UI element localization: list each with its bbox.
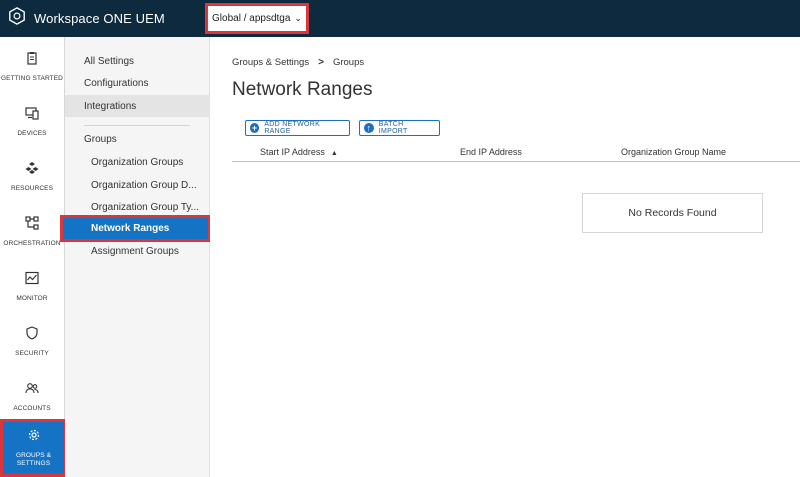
page-title: Network Ranges	[232, 79, 373, 100]
chevron-down-icon: ⌄	[294, 13, 302, 23]
settings-panel: All Settings Configurations Integrations…	[65, 37, 210, 477]
shield-icon	[25, 326, 39, 350]
nav-groups-settings[interactable]: GROUPS & SETTINGS	[0, 419, 67, 477]
nav-getting-started[interactable]: GETTING STARTED	[0, 41, 64, 93]
resources-icon	[25, 161, 39, 185]
nav-label: ORCHESTRATION	[3, 240, 61, 247]
nav-accounts[interactable]: ACCOUNTS	[0, 371, 64, 423]
nav-label: DEVICES	[17, 130, 47, 137]
no-records-message: No Records Found	[582, 193, 763, 233]
settings-item-organization-groups[interactable]: Organization Groups	[65, 151, 210, 173]
nav-orchestration[interactable]: ORCHESTRATION	[0, 206, 64, 258]
breadcrumb: Groups & Settings > Groups	[232, 57, 364, 68]
gear-icon	[27, 428, 41, 452]
workspace-one-logo-icon	[8, 7, 26, 30]
upload-icon: ↑	[364, 123, 374, 133]
monitor-icon	[25, 271, 39, 295]
column-header-start-ip[interactable]: Start IP Address ▲	[260, 147, 338, 157]
breadcrumb-groups[interactable]: Groups	[333, 57, 364, 68]
breadcrumb-separator: >	[318, 57, 324, 68]
nav-label: ACCOUNTS	[13, 405, 51, 412]
orchestration-icon	[25, 216, 39, 240]
nav-monitor[interactable]: MONITOR	[0, 261, 64, 313]
column-header-end-ip[interactable]: End IP Address	[460, 147, 522, 157]
organization-group-selector[interactable]: Global / appsdtga ⌄	[205, 3, 309, 34]
settings-item-all-settings[interactable]: All Settings	[65, 50, 210, 72]
table-header: Start IP Address ▲ End IP Address Organiz…	[232, 142, 800, 162]
nav-label: GROUPS & SETTINGS	[15, 452, 52, 467]
add-network-range-label: ADD NETWORK RANGE	[264, 121, 321, 135]
nav-label: RESOURCES	[10, 185, 54, 192]
batch-import-button[interactable]: ↑ BATCH IMPORT	[359, 120, 440, 136]
settings-item-organization-group-details[interactable]: Organization Group D...	[65, 174, 210, 196]
nav-label: SECURITY	[15, 350, 49, 357]
top-header: Workspace ONE UEM Global / appsdtga ⌄	[0, 0, 800, 37]
clipboard-icon	[25, 51, 39, 75]
nav-security[interactable]: SECURITY	[0, 316, 64, 368]
nav-resources[interactable]: RESOURCES	[0, 151, 64, 203]
sort-ascending-icon: ▲	[330, 150, 338, 157]
settings-item-network-ranges[interactable]: Network Ranges	[60, 215, 211, 242]
org-group-label: Global / appsdtga	[212, 13, 291, 24]
settings-item-integrations[interactable]: Integrations	[65, 95, 210, 117]
settings-item-assignment-groups[interactable]: Assignment Groups	[65, 240, 210, 262]
groups-heading: Groups	[84, 134, 117, 145]
main-content: Groups & Settings > Groups Network Range…	[210, 37, 800, 477]
column-header-organization-group-name[interactable]: Organization Group Name	[621, 147, 726, 157]
settings-item-configurations[interactable]: Configurations	[65, 72, 210, 94]
divider	[84, 125, 190, 126]
add-network-range-button[interactable]: + ADD NETWORK RANGE	[245, 120, 350, 136]
brand[interactable]: Workspace ONE UEM	[8, 0, 165, 37]
accounts-icon	[25, 381, 39, 405]
plus-circle-icon: +	[250, 123, 260, 133]
nav-label: MONITOR	[16, 295, 48, 302]
breadcrumb-groups-settings[interactable]: Groups & Settings	[232, 57, 309, 68]
nav-label: GETTING STARTED	[1, 75, 63, 82]
devices-icon	[25, 106, 39, 130]
nav-devices[interactable]: DEVICES	[0, 96, 64, 148]
primary-nav: GETTING STARTED DEVICES RESOURCES ORCHES…	[0, 37, 67, 477]
batch-import-label: BATCH IMPORT	[378, 121, 408, 135]
app-title: Workspace ONE UEM	[34, 11, 165, 26]
column-label: Start IP Address	[260, 147, 325, 157]
